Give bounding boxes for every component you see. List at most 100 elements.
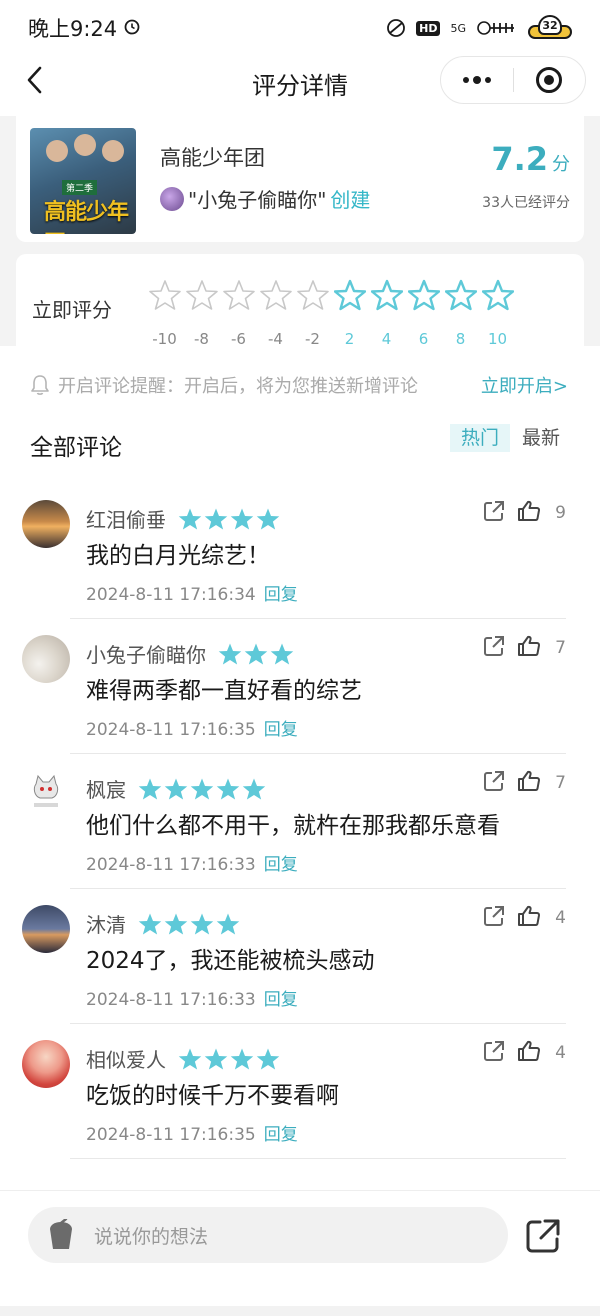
star-filled-icon [178,508,202,529]
comment-meta: 2024-8-11 17:16:35 回复 [86,715,298,740]
rating-tick-label: 2 [344,330,355,348]
sort-new-tab[interactable]: 最新 [522,424,560,452]
share-comment-button[interactable] [483,770,505,796]
rating-star-row [146,278,516,312]
star-filled-icon [178,1048,202,1069]
cartoon-cat-icon [33,774,59,807]
rating-star--6[interactable] [220,278,257,312]
rate-card: 立即评分 -10 -8 -6 -4 -2 2 4 6 8 10 [16,254,584,348]
rating-star-6[interactable] [405,278,442,312]
comment-username[interactable]: 枫宸 [86,774,126,803]
input-placeholder: 说说你的想法 [94,1225,209,1248]
rating-star-4[interactable] [368,278,405,312]
comment-divider [70,1158,566,1159]
more-button[interactable] [441,76,513,84]
comment-input-bar: 说说你的想法 [0,1190,600,1316]
rating-star--10[interactable] [146,278,183,312]
comment-stars [178,507,280,531]
battery-level: 32 [538,15,562,35]
star-filled-icon [138,778,162,799]
like-button[interactable] [517,1040,541,1066]
star-filled-icon [204,508,228,529]
star-filled-icon [244,643,268,664]
rating-star-10[interactable] [479,278,516,312]
comment-header: 红泪偷垂 [86,504,280,533]
share-comment-button[interactable] [483,905,505,931]
share-comment-button[interactable] [483,1040,505,1066]
reply-button[interactable]: 回复 [264,720,298,740]
comment-username[interactable]: 沐清 [86,909,126,938]
score-box: 7.2 分 33人已经评分 [482,140,570,212]
comment-actions: 9 [483,500,566,526]
star-outline-icon [370,279,403,311]
like-button[interactable] [517,770,541,796]
comment-username[interactable]: 相似爱人 [86,1044,166,1073]
star-outline-icon [222,280,255,310]
thumbs-up-icon [518,770,541,791]
user-avatar[interactable] [22,500,70,548]
comment-reminder: 开启评论提醒：开启后，将为您推送新增评论 [30,372,418,398]
more-dots-icon [462,76,491,84]
share-comment-button[interactable] [483,635,505,661]
share-comment-button[interactable] [483,500,505,526]
creator-line: "小兔子偷瞄你" 创建 [160,184,370,213]
reminder-text: 开启评论提醒：开启后，将为您推送新增评论 [58,376,418,397]
star-outline-icon [296,280,329,310]
thumbs-up-icon [518,635,541,656]
show-card: 第二季 高能少年团 高能少年团 "小兔子偷瞄你" 创建 7.2分 33人已经评分 [16,116,584,242]
rating-tick-label: 10 [487,330,508,348]
like-button[interactable] [517,500,541,526]
comment-username[interactable]: 小兔子偷瞄你 [86,639,206,668]
rating-star--4[interactable] [257,278,294,312]
comment-username[interactable]: 红泪偷垂 [86,504,166,533]
comment-meta: 2024-8-11 17:16:34 回复 [86,580,298,605]
user-avatar[interactable] [22,1040,70,1088]
reply-button[interactable]: 回复 [264,855,298,875]
rating-star--2[interactable] [294,278,331,312]
comment-input[interactable]: 说说你的想法 [28,1207,508,1263]
reply-button[interactable]: 回复 [264,585,298,605]
rating-star-8[interactable] [442,278,479,312]
rating-star-2[interactable] [331,278,368,312]
comment-header: 沐清 [86,909,240,938]
rating-tick-label: -10 [152,330,177,348]
rated-count: 33人已经评分 [482,195,570,211]
share-icon [526,1219,560,1253]
reply-button[interactable]: 回复 [264,990,298,1010]
comment-actions: 4 [483,905,566,931]
comment-meta: 2024-8-11 17:16:33 回复 [86,850,298,875]
comment-item: 枫宸 7 他们什么都不用干，就杵在那我都乐意看 2024-8-11 17:16:… [0,754,600,889]
creator-name[interactable]: "小兔子偷瞄你" [188,184,326,213]
poster-figure [74,134,96,156]
comment-item: 小兔子偷瞄你 7 难得两季都一直好看的综艺 2024-8-11 17:16:35… [0,619,600,754]
star-filled-icon [190,778,214,799]
share-page-button[interactable] [524,1217,562,1255]
star-filled-icon [230,1048,254,1069]
dnd-icon [386,18,406,38]
thumbs-up-icon [518,905,541,926]
comment-time: 2024-8-11 17:16:35 [86,720,256,740]
like-button[interactable] [517,635,541,661]
status-time-group: 晚上9:24 [28,13,141,43]
user-avatar[interactable] [22,635,70,683]
user-avatar[interactable] [22,905,70,953]
like-button[interactable] [517,905,541,931]
reply-button[interactable]: 回复 [264,1125,298,1145]
comments-title: 全部评论 [30,435,122,461]
sort-hot-tab[interactable]: 热门 [450,424,510,452]
poster-logo: 高能少年团 [44,200,129,234]
share-icon [484,1041,505,1061]
rating-tick-label: -6 [231,330,246,348]
rating-tick-row: -10 -8 -6 -4 -2 2 4 6 8 10 [146,330,516,348]
show-poster[interactable]: 第二季 高能少年团 [30,128,136,234]
comment-time: 2024-8-11 17:16:33 [86,990,256,1010]
enable-reminder-link[interactable]: 立即开启> [481,372,568,398]
star-filled-icon [216,778,240,799]
user-avatar[interactable] [22,770,70,818]
poster-season-label: 第二季 [62,180,98,195]
rating-star--8[interactable] [183,278,220,312]
comment-item: 相似爱人 4 吃饭的时候千万不要看啊 2024-8-11 17:16:35 回复 [0,1024,600,1159]
creator-action: 创建 [330,188,371,212]
close-mini-program-button[interactable] [514,66,586,94]
comment-header: 小兔子偷瞄你 [86,639,294,668]
